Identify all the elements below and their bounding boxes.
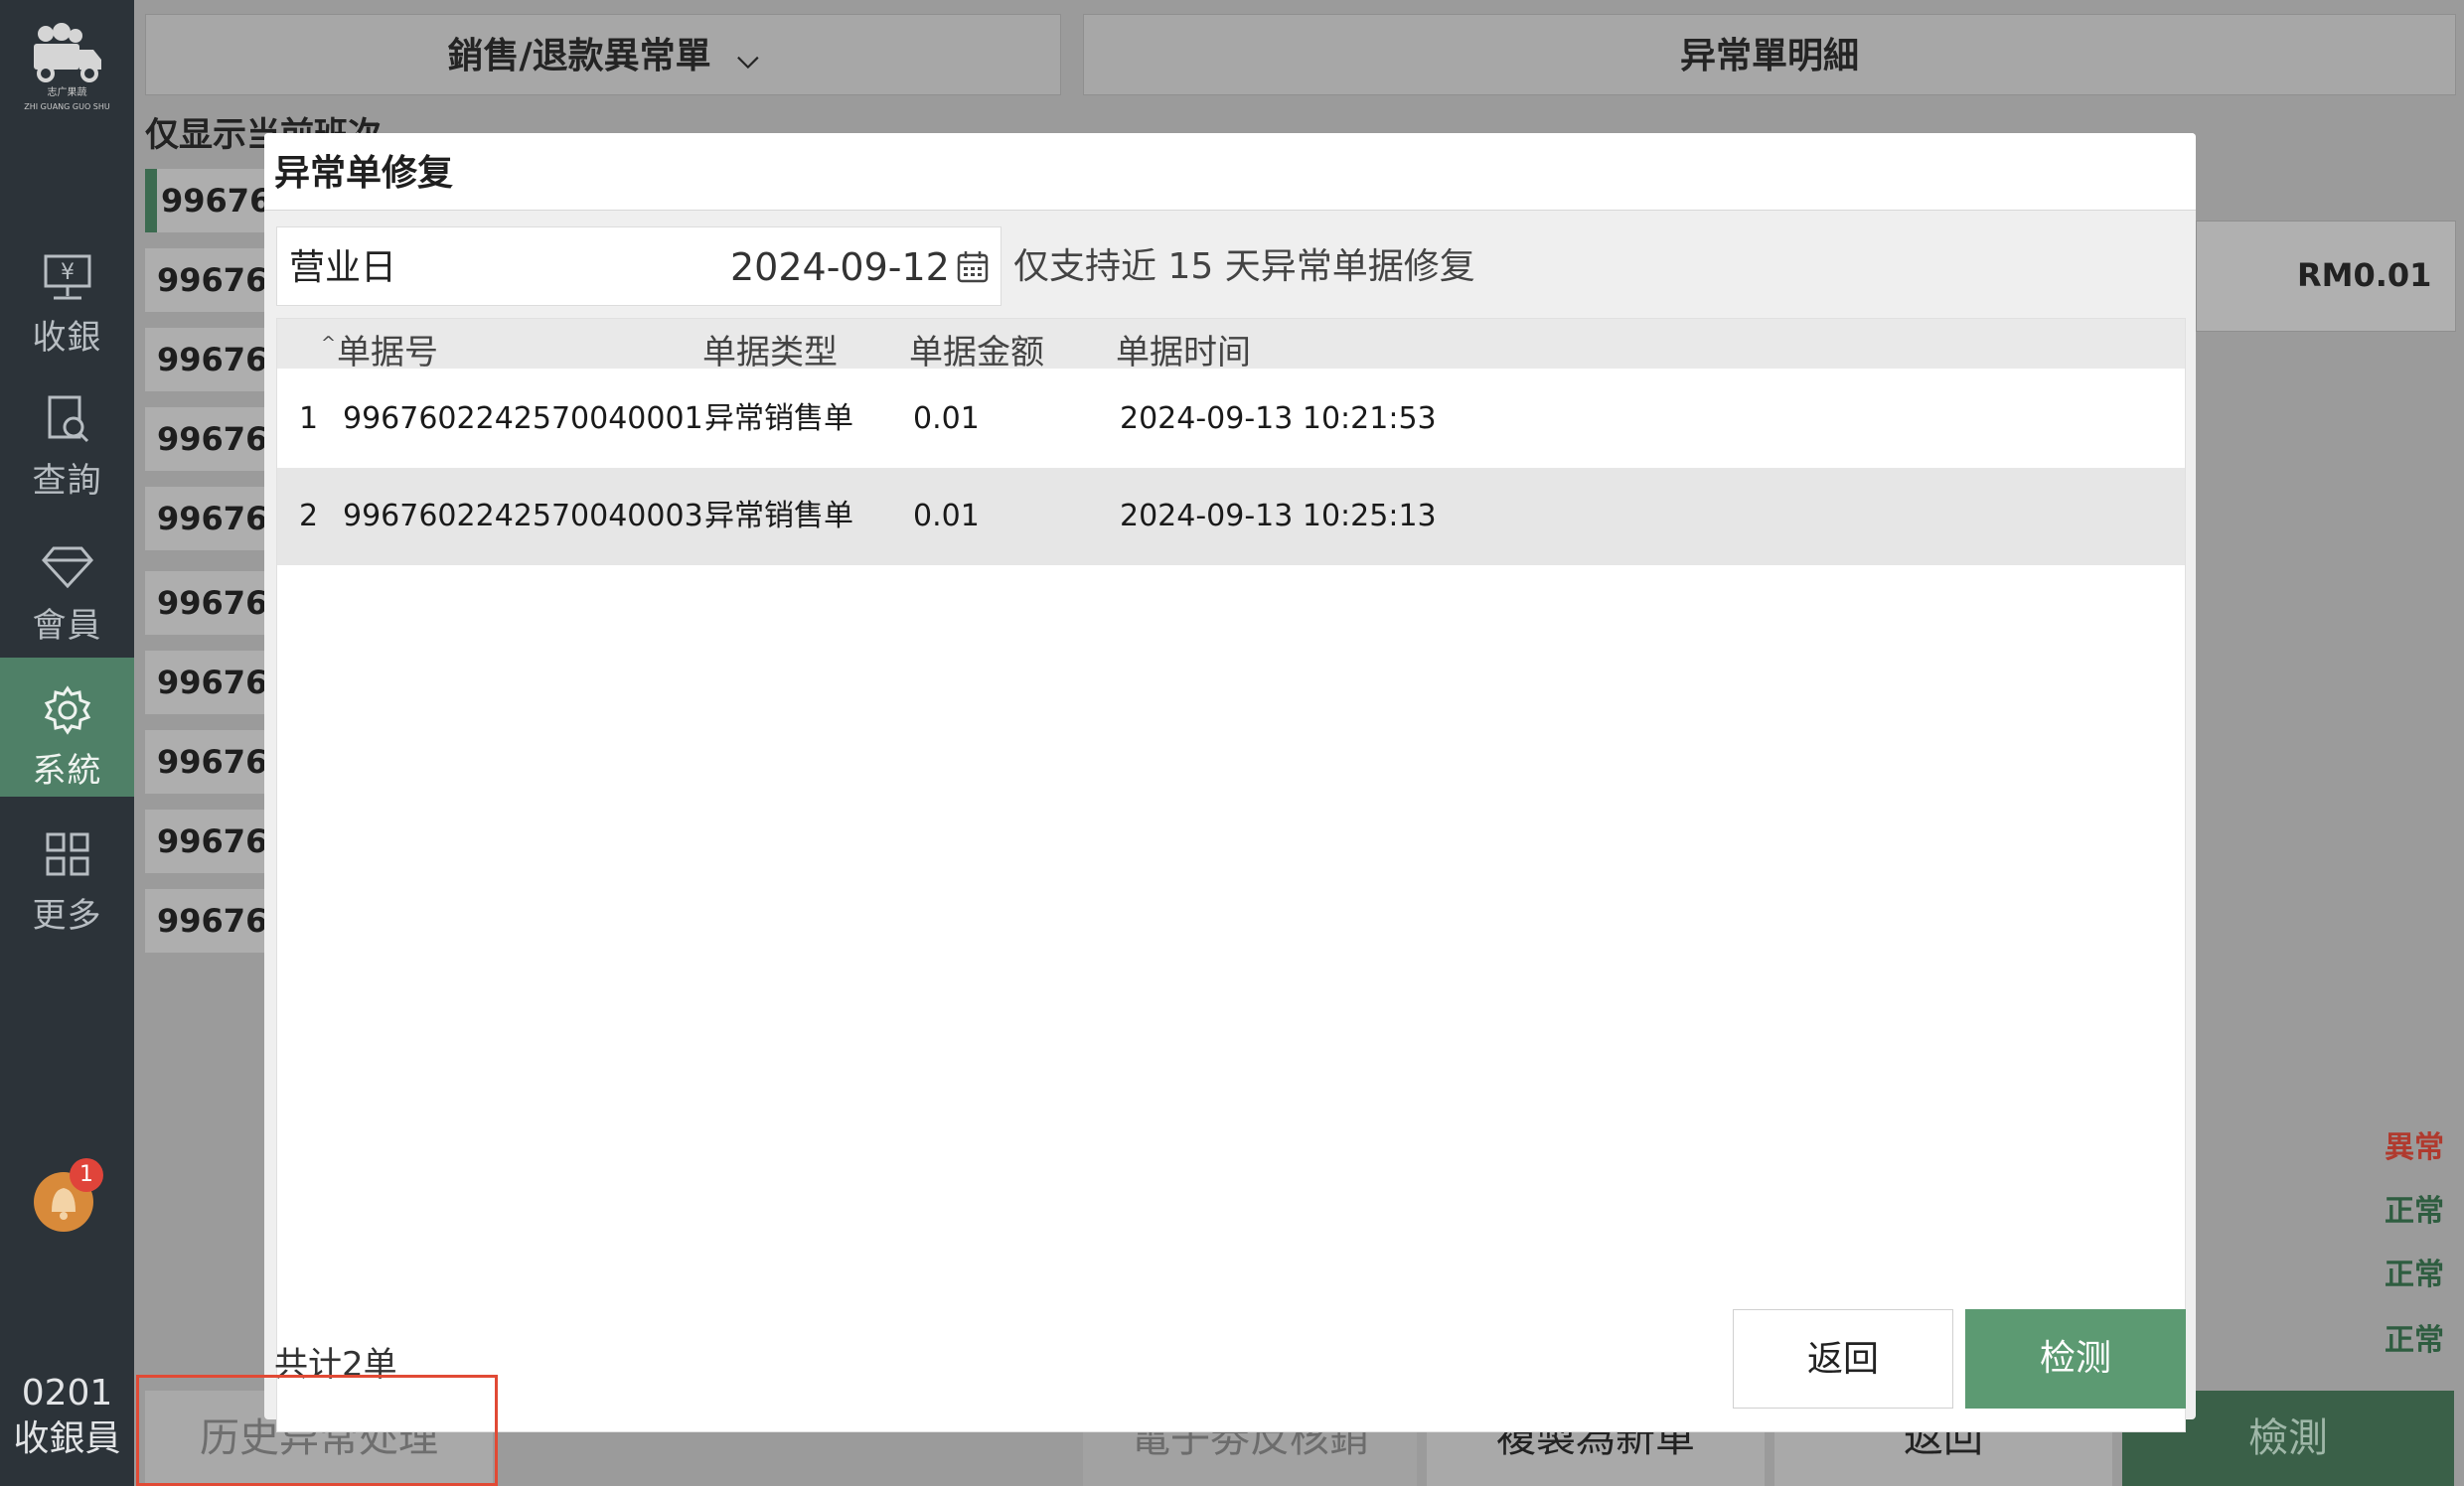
order-amount: 0.01 — [913, 499, 980, 533]
row-index: 2 — [299, 499, 319, 533]
list-item[interactable]: 996760 — [145, 328, 266, 391]
notification-bell[interactable]: 1 — [30, 1158, 103, 1234]
operator-role: 收銀員 — [13, 1418, 121, 1459]
table-row[interactable]: 2 9967602242570040003 异常销售单 0.01 2024-09… — [277, 468, 2185, 565]
list-item[interactable]: 996760 — [145, 889, 266, 953]
sidebar-item-more[interactable]: 更多 — [0, 803, 134, 942]
order-time: 2024-09-13 10:21:53 — [1120, 401, 1437, 436]
detail-header: 异常單明細 — [1083, 14, 2456, 95]
notification-badge: 1 — [70, 1158, 103, 1192]
status-badge: 正常 — [2385, 1258, 2444, 1292]
svg-text:¥: ¥ — [61, 260, 75, 285]
list-item[interactable]: 996760 — [145, 407, 266, 471]
sort-ascending-icon[interactable]: ^ — [321, 333, 336, 354]
sidebar-item-member[interactable]: 會員 — [0, 513, 134, 652]
table-row[interactable]: 1 9967602242570040001 异常销售单 0.01 2024-09… — [277, 371, 2185, 468]
order-number: 9967602242570040001 — [343, 401, 703, 436]
column-header-time[interactable]: 单据时间 — [1116, 325, 1251, 373]
column-header-amount[interactable]: 单据金额 — [909, 325, 1044, 373]
exception-type-dropdown[interactable]: 銷售/退款異常單 ⌵ — [145, 14, 1061, 95]
operator-info: 0201 收銀員 — [0, 1371, 134, 1462]
grid-icon — [46, 832, 88, 876]
order-number: 9967602242570040003 — [343, 499, 703, 533]
dialog-check-button[interactable]: 检测 — [1965, 1309, 2186, 1409]
list-item[interactable]: 996760 — [145, 651, 266, 714]
business-date-picker[interactable]: 营业日 2024-09-12 — [276, 226, 1001, 306]
list-item[interactable]: 996760 — [145, 248, 266, 312]
business-date-label: 营业日 — [289, 247, 397, 288]
search-doc-icon — [48, 395, 88, 443]
sidebar-item-cashier[interactable]: ¥ 收銀 — [0, 224, 134, 364]
chevron-down-icon: ⌵ — [737, 42, 759, 74]
sidebar-item-query[interactable]: 查詢 — [0, 368, 134, 507]
sidebar: 志广果蔬 ZHI GUANG GUO SHU ¥ 收銀 查詢 會員 系統 更多 … — [0, 0, 134, 1486]
status-badge: 正常 — [2385, 1194, 2444, 1229]
detail-amount: RM0.01 — [2297, 256, 2432, 294]
order-time: 2024-09-13 10:25:13 — [1120, 499, 1437, 533]
order-type: 异常销售单 — [704, 499, 853, 533]
exception-order-table: ^ 单据号 单据类型 单据金额 单据时间 1 99676022425700400… — [276, 318, 2186, 1432]
status-badge: 正常 — [2385, 1323, 2444, 1358]
cashier-icon: ¥ — [44, 254, 90, 300]
list-item[interactable]: 996760 — [145, 730, 266, 794]
order-amount: 0.01 — [913, 401, 980, 436]
repair-hint: 仅支持近 15 天异常单据修复 — [1013, 246, 1475, 287]
operator-id: 0201 — [21, 1373, 113, 1413]
diamond-icon — [41, 546, 93, 589]
business-date-value: 2024-09-12 — [730, 245, 950, 289]
order-type: 异常销售单 — [704, 401, 853, 436]
status-badge: 異常 — [2385, 1130, 2444, 1165]
column-header-type[interactable]: 单据类型 — [702, 325, 838, 373]
list-item[interactable]: 996760 — [145, 169, 270, 232]
table-header: ^ 单据号 单据类型 单据金额 单据时间 — [277, 319, 2185, 372]
row-index: 1 — [299, 401, 319, 436]
calendar-icon[interactable] — [955, 249, 991, 285]
highlight-box — [136, 1375, 498, 1486]
gear-icon — [44, 685, 90, 735]
dialog-title: 异常单修复 — [264, 133, 2196, 211]
list-item[interactable]: 996760 — [145, 571, 266, 635]
dialog-back-button[interactable]: 返回 — [1733, 1309, 1953, 1409]
repair-dialog: 异常单修复 营业日 2024-09-12 仅支持近 15 天异常单据修复 ^ 单… — [264, 133, 2196, 1432]
sidebar-item-system[interactable]: 系統 — [0, 658, 134, 797]
list-item[interactable]: 996760 — [145, 487, 266, 550]
truck-logo-icon — [33, 23, 101, 82]
brand-logo: 志广果蔬 ZHI GUANG GUO SHU — [0, 22, 134, 131]
list-item[interactable]: 996760 — [145, 810, 266, 873]
column-header-number[interactable]: 单据号 — [337, 325, 438, 373]
